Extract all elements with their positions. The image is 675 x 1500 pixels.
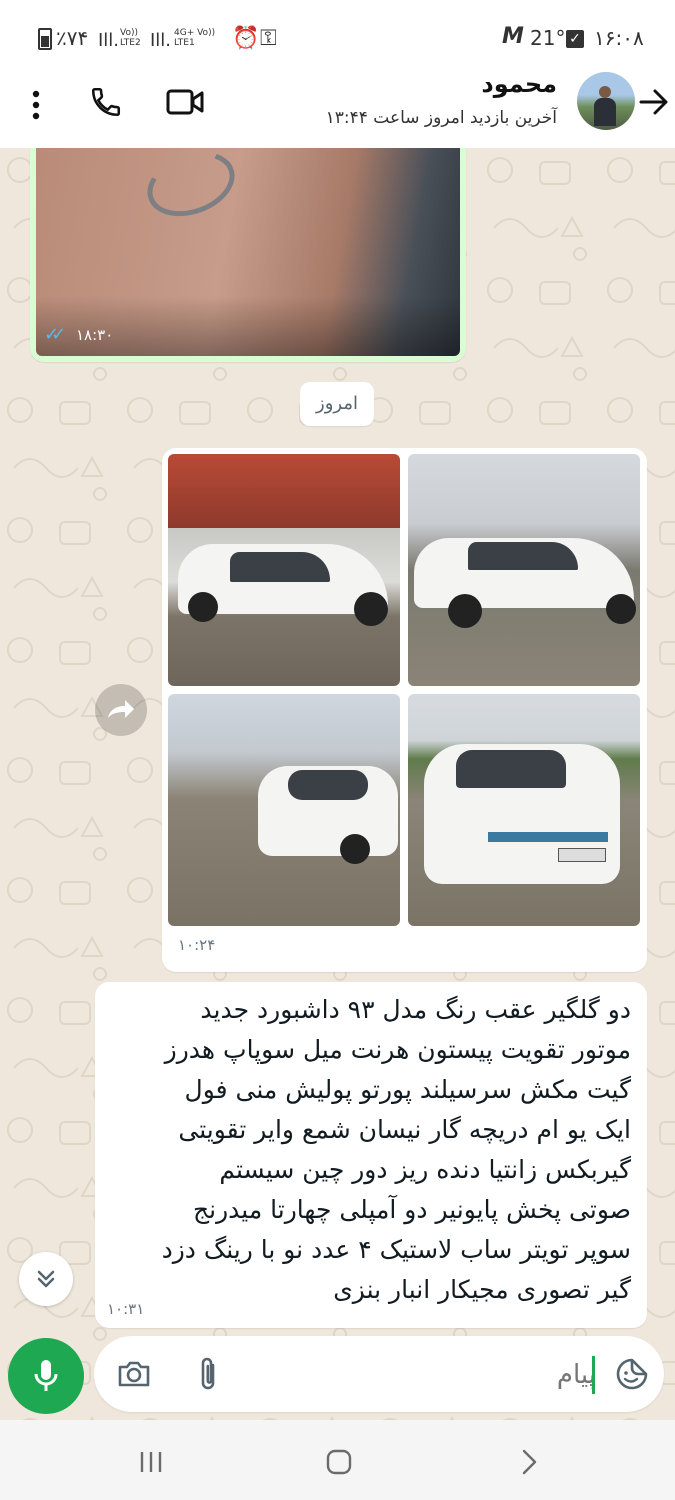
signal-icon: Ill. [150, 30, 172, 51]
phone-icon[interactable] [84, 80, 128, 124]
system-nav-bar [0, 1420, 675, 1500]
video-icon[interactable] [162, 80, 208, 124]
status-bar: ٪۷۴ Ill. Vo)) LTE2 Ill. 4G+ Vo)) LTE1 ⏰ … [0, 0, 675, 76]
attach-icon[interactable] [188, 1352, 228, 1396]
key-icon: ⚿ [260, 26, 277, 51]
more-icon[interactable] [18, 82, 54, 128]
back-arrow-icon[interactable] [636, 82, 672, 122]
album-time: ۱۰:۲۴ [178, 936, 216, 954]
m-logo-icon: M [502, 24, 524, 49]
network-label-2: Vo)) LTE2 [120, 28, 141, 48]
chat-header: محمود آخرین بازدید امروز ساعت ۱۳:۴۴ [0, 66, 675, 148]
message-time: ۱۸:۳۰ [76, 326, 114, 344]
message-text: دو گلگیر عقب رنگ مدل ۹۳ داشبورد جدید موت… [161, 995, 631, 1304]
avatar[interactable] [577, 72, 635, 130]
battery-icon [38, 28, 52, 50]
message-input[interactable] [244, 1352, 598, 1398]
hand-photo[interactable] [36, 148, 460, 356]
signal-icon: Ill. [98, 30, 120, 51]
message-input-bar[interactable] [94, 1336, 664, 1412]
battery-percent: ٪۷۴ [56, 26, 89, 50]
last-seen-status: آخرین بازدید امروز ساعت ۱۳:۴۴ [325, 108, 557, 128]
mic-icon [34, 1360, 58, 1391]
scroll-down-icon[interactable] [19, 1252, 73, 1306]
image-message-outgoing[interactable]: ✓✓ ۱۸:۳۰ [30, 148, 466, 362]
nav-back-icon[interactable] [502, 1442, 556, 1482]
contact-name[interactable]: محمود [481, 70, 557, 98]
text-cursor [592, 1356, 595, 1394]
checkbox-icon: ✓ [566, 30, 584, 48]
clock: ۱۶:۰۸ [594, 26, 644, 50]
temperature: 21° [530, 26, 566, 50]
home-icon[interactable] [312, 1442, 366, 1482]
sticker-icon[interactable] [610, 1352, 654, 1396]
alarm-icon: ⏰ [232, 26, 260, 51]
text-message[interactable]: دو گلگیر عقب رنگ مدل ۹۳ داشبورد جدید موت… [95, 982, 647, 1328]
chat-area[interactable]: ✓✓ ۱۸:۳۰ امروز ۱۰:۲۴ دو گلگیر عقب رنگ مد… [0, 148, 675, 1420]
photo-album-message[interactable]: ۱۰:۲۴ [162, 448, 647, 972]
album-photo-3[interactable] [168, 694, 400, 926]
camera-icon[interactable] [114, 1354, 154, 1394]
album-photo-1[interactable] [168, 454, 400, 686]
album-photo-4[interactable] [408, 694, 640, 926]
network-label-1: 4G+ Vo)) LTE1 [174, 28, 216, 48]
forward-icon[interactable] [95, 684, 147, 736]
read-receipt-icon: ✓✓ [44, 324, 66, 345]
mic-button[interactable] [8, 1338, 84, 1414]
recent-apps-icon[interactable] [124, 1442, 178, 1482]
album-photo-2[interactable] [408, 454, 640, 686]
message-time: ۱۰:۳۱ [107, 1300, 145, 1318]
date-divider: امروز [300, 382, 374, 426]
